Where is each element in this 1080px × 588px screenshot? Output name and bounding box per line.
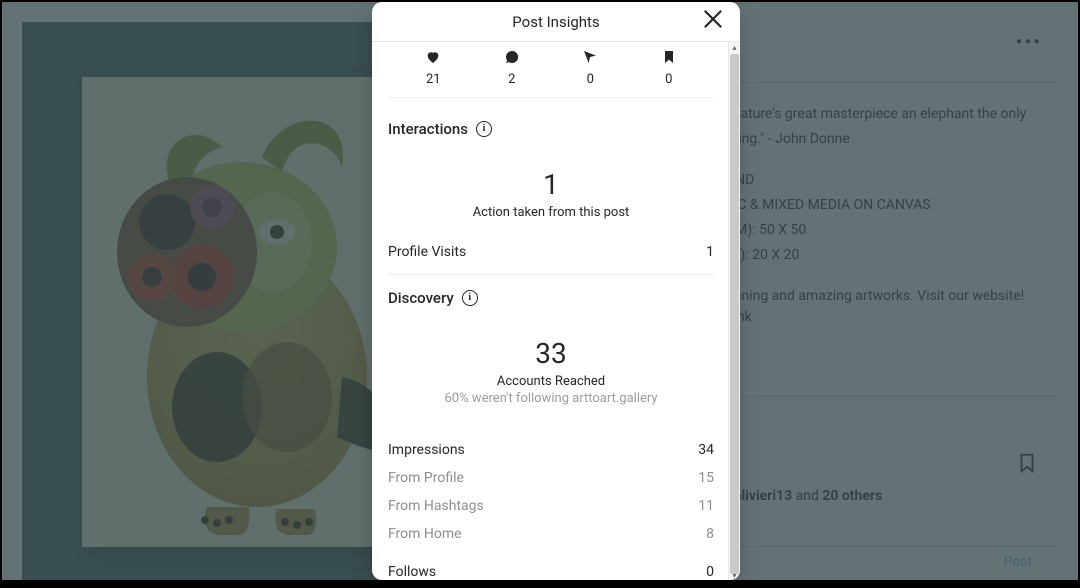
metric-saves: 0 [639,48,699,87]
scrollbar[interactable]: ▴ ▾ [728,42,740,580]
row-from-home: From Home 8 [388,526,714,542]
metric-comments: 2 [482,48,542,87]
interactions-heading: Interactions i [388,120,714,138]
metric-value: 2 [508,72,515,87]
close-icon[interactable] [700,6,730,36]
discovery-note: 60% weren't following arttoart.gallery [388,391,714,406]
metric-value: 21 [426,72,441,87]
bookmark-icon [661,48,677,66]
modal-title: Post Insights [512,13,599,31]
share-icon [582,48,598,66]
info-icon[interactable]: i [476,121,492,137]
info-icon[interactable]: i [462,290,478,306]
metric-value: 0 [587,72,594,87]
row-from-hashtags: From Hashtags 11 [388,498,714,514]
interactions-total: 1 [388,168,714,201]
discovery-subtitle: Accounts Reached [388,374,714,389]
scroll-thumb[interactable] [730,54,739,574]
metric-likes: 21 [403,48,463,87]
row-impressions: Impressions 34 [388,442,714,458]
discovery-heading: Discovery i [388,289,714,307]
row-from-profile: From Profile 15 [388,470,714,486]
metric-value: 0 [665,72,672,87]
row-profile-visits: Profile Visits 1 [388,244,714,260]
comment-icon [504,48,520,66]
insights-scroll-area[interactable]: 21 2 0 0 Interactio [372,42,730,580]
modal-header: Post Insights [372,2,740,42]
engagement-metrics-row: 21 2 0 0 [388,42,714,98]
heart-icon [425,48,441,66]
interactions-subtitle: Action taken from this post [388,205,714,220]
row-follows: Follows 0 [388,564,714,580]
post-insights-modal: Post Insights 21 2 0 [372,2,740,580]
scroll-up-arrow[interactable]: ▴ [730,42,740,52]
discovery-total: 33 [388,337,714,370]
metric-shares: 0 [560,48,620,87]
